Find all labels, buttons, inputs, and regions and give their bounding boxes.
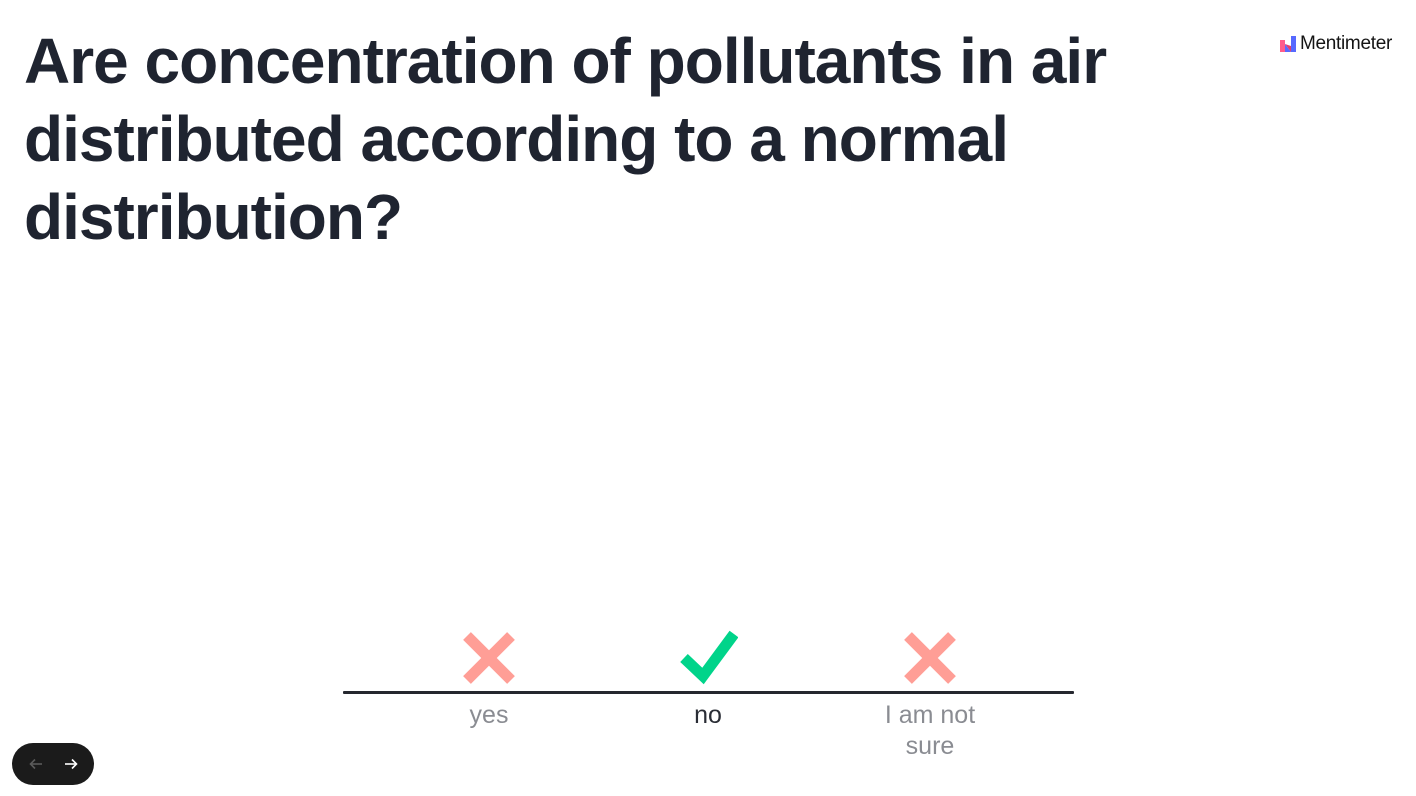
previous-slide-button[interactable] [21, 749, 51, 779]
checkmark-icon [680, 630, 738, 685]
next-slide-button[interactable] [56, 749, 86, 779]
answer-label: no [694, 701, 722, 729]
arrow-right-icon [64, 758, 78, 770]
question-title: Are concentration of pollutants in air d… [24, 25, 1107, 253]
cross-icon [904, 632, 956, 684]
answer-label: yes [469, 701, 509, 729]
slide: Are concentration of pollutants in air d… [0, 0, 1416, 796]
mentimeter-logo: Mentimeter [1279, 33, 1392, 55]
arrow-left-icon [28, 758, 42, 770]
cross-icon [463, 632, 515, 684]
answer-baseline [343, 691, 1074, 694]
answer-label: I am not sure [884, 701, 976, 760]
answer-results: yes no I am not sure [343, 600, 1074, 780]
brand-name: Mentimeter [1299, 33, 1392, 54]
slide-navigation [12, 743, 94, 785]
mentimeter-logo-icon [1279, 36, 1296, 52]
